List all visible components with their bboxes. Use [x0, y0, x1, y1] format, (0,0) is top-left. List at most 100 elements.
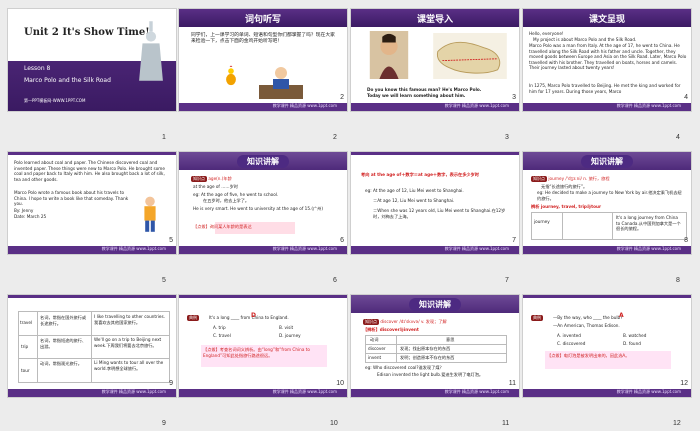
- slide-thumbnail-7[interactable]: 考向 at the age of＋数字＝at age＋数字，表示在多少岁时 eg…: [350, 151, 520, 255]
- slide-footer-text: 教学课件 精品资源 www.1ppt.com: [616, 246, 681, 251]
- slide-5-para-2: Marco Polo wrote a famous book about his…: [14, 190, 129, 207]
- slide-index-10: 10: [330, 420, 338, 427]
- slide-thumbnail-2[interactable]: 词句听写 同学们，上一课学习的单词、短语和句型你们都掌握了吗？现在大家来检验一下…: [178, 8, 348, 112]
- slide-10-option-d[interactable]: D. journey: [279, 333, 301, 339]
- slide-12-option-b[interactable]: B. watched: [623, 333, 646, 339]
- slide-11-header: 知识讲解: [409, 298, 461, 311]
- silk-road-map: [433, 33, 507, 79]
- slide-11-th: 意思: [446, 337, 455, 342]
- slide-9-cell: We'll go on a trip to Beijing next week.…: [94, 337, 162, 348]
- slide-9-cell: Li Ming wants to tour all over the world…: [94, 360, 164, 371]
- slide-11-cell: 发明；创造原本不存在的东西: [400, 355, 455, 360]
- slide-index-1: 1: [162, 134, 166, 141]
- slide-12-option-a[interactable]: A. invented: [557, 333, 581, 339]
- slide-8-example-2: It's a long journey from China to Canada…: [616, 215, 681, 232]
- slide-11-cell: invent: [368, 355, 382, 360]
- student-figure-icon: [144, 196, 156, 232]
- slide-number: 4: [684, 94, 688, 101]
- slide-6-point: age(n.)年龄: [208, 176, 232, 181]
- slide-10-question: It's a long ____ from China to England.: [209, 315, 289, 320]
- slide-7-rule: 考向 at the age of＋数字＝at age＋数字，表示在多少岁时: [361, 172, 479, 177]
- slide-number: 7: [512, 237, 516, 244]
- slide-6-header: 知识讲解: [237, 155, 289, 168]
- slide-6-phrase: at the age of ……岁时: [193, 184, 238, 189]
- slide-thumbnail-3[interactable]: 课堂导入 Do you know this famous man? He's M…: [350, 8, 520, 112]
- slide-thumbnail-11[interactable]: 知识讲解 知识点 discover /dɪ'skʌvə/ v. 发现；了解 【辨…: [350, 294, 520, 398]
- slide-6-example-cn: 在五岁时，他去上学了。: [203, 198, 250, 203]
- slide-footer-text: 教学课件 精品资源 www.1ppt.com: [444, 103, 509, 108]
- slide-5-date: Date: March 25: [14, 214, 47, 219]
- slide-8-example: eg: He decided to make a journey to New …: [537, 190, 682, 201]
- slide-6-example: eg: At the age of five, he went to schoo…: [193, 192, 279, 197]
- slide-thumbnail-4[interactable]: 课文呈现 Hello, everyone! My project is abou…: [522, 8, 692, 112]
- slide-2-text: 同学们，上一课学习的单词、短语和句型你们都掌握了吗？现在大家来检验一下，点击下面…: [191, 33, 335, 44]
- slide-1-lesson: Lesson 8: [24, 65, 51, 72]
- slide-index-6: 6: [333, 277, 337, 284]
- slide-index-7: 7: [505, 277, 509, 284]
- slide-12-answer: A: [619, 312, 624, 319]
- slide-4-greeting: Hello, everyone!: [529, 31, 564, 36]
- slide-10-option-a[interactable]: A. trip: [213, 325, 226, 331]
- slide-4-para-1: My project is about Marco Polo and the S…: [533, 37, 637, 42]
- slide-11-cell: discover: [368, 346, 386, 351]
- golden-rooster-icon[interactable]: [224, 63, 238, 89]
- slide-12-option-c[interactable]: C. discovered: [557, 341, 585, 347]
- slide-thumbnail-6[interactable]: 知识讲解 知识点 age(n.)年龄 at the age of ……岁时 eg…: [178, 151, 348, 255]
- slide-12-option-d[interactable]: D. found: [623, 341, 641, 347]
- slide-11-th: 动词: [370, 337, 379, 342]
- slide-thumbnail-5[interactable]: Polo learned about coal and paper. The C…: [7, 151, 177, 255]
- slide-8-meaning: 无指“长途旅行的旅行”。: [541, 184, 588, 189]
- slide-3-question: Do you know this famous man? He's Marco …: [367, 87, 482, 92]
- slide-number: 6: [340, 237, 344, 244]
- slide-thumbnail-1[interactable]: Unit 2 It's Show Time! Lesson 8 Marco Po…: [7, 8, 177, 112]
- slide-11-example-2: Edison invented the light bulb.爱迪生发明了电灯泡…: [377, 372, 484, 377]
- slide-7-example-2: ＝At age 12, Liu Mei went to Shanghai.: [373, 198, 455, 203]
- slide-footer-text: 教学课件 精品资源 www.1ppt.com: [616, 103, 681, 108]
- slide-12-question-2: —An American, Thomas Edison.: [553, 323, 620, 328]
- slide-4-para-3: In 1275, Marco Polo travelled to Beijing…: [529, 83, 681, 94]
- slide-10-tip: 【点拨】考查名词词义辨析。由“long”和“from China to Engl…: [203, 347, 310, 358]
- slide-9-cell: 名词，常指短途的旅行、出游。: [40, 338, 87, 349]
- slide-5-author: By: Jenny: [14, 208, 34, 213]
- slide-thumbnail-12[interactable]: 典例 —By the way, who ____ the bulb? A —An…: [522, 294, 692, 398]
- slide-number: 5: [169, 237, 173, 244]
- slide-11-cell: 发现；找出原本存在的东西: [400, 346, 451, 351]
- slide-number: 11: [508, 380, 516, 387]
- slide-6-example-2: He is very smart. He went to university …: [193, 206, 323, 211]
- slide-index-3: 3: [505, 134, 509, 141]
- slide-thumbnail-8[interactable]: 知识讲解 知识点 journey /'dʒɜːni/ n. 旅行，旅程 无指“长…: [522, 151, 692, 255]
- slide-3-header: 课堂导入: [416, 15, 453, 25]
- slide-9-cell: 名词，常指在国外旅行或长途旅行。: [40, 315, 87, 326]
- slide-10-answer: D: [251, 312, 256, 319]
- marco-polo-portrait: [369, 31, 409, 79]
- slide-8-cell-label: journey: [534, 219, 550, 224]
- slide-9-row-trip: trip: [21, 344, 29, 349]
- slide-10-option-c[interactable]: C. travel: [213, 333, 231, 339]
- slide-number: 12: [680, 380, 688, 387]
- slide-5-para-1: Polo learned about coal and paper. The C…: [14, 160, 165, 182]
- slide-footer-text: 教学课件 精品资源 www.1ppt.com: [444, 389, 509, 394]
- example-tag: 典例: [187, 315, 199, 321]
- slide-8-point: journey /'dʒɜːni/ n. 旅行，旅程: [548, 176, 610, 181]
- slide-number: 3: [512, 94, 516, 101]
- slide-10-option-b[interactable]: B. visit: [279, 325, 293, 331]
- slide-footer-text: 教学课件 精品资源 www.1ppt.com: [101, 389, 166, 394]
- slide-footer-text: 教学课件 精品资源 www.1ppt.com: [101, 246, 166, 251]
- slide-number: 9: [169, 380, 173, 387]
- slide-9-row-travel: travel: [20, 320, 33, 325]
- slide-7-example-3: ＝When she was 12 years old, Liu Mei went…: [373, 208, 506, 219]
- slide-11-example: eg: Who discovered coal?谁发现了煤？: [365, 365, 444, 370]
- slide-index-4: 4: [676, 134, 680, 141]
- slide-thumbnail-9[interactable]: travel trip tour 名词，常指在国外旅行或长途旅行。 名词，常指短…: [7, 294, 177, 398]
- slide-thumbnail-10[interactable]: 典例 It's a long ____ from China to Englan…: [178, 294, 348, 398]
- slide-9-row-tour: tour: [21, 368, 30, 373]
- slide-4-header: 课文呈现: [588, 15, 625, 25]
- slide-index-9: 9: [162, 420, 166, 427]
- slide-footer-text: 教学课件 精品资源 www.1ppt.com: [272, 103, 337, 108]
- slide-footer-text: 教学课件 精品资源 www.1ppt.com: [272, 389, 337, 394]
- slide-index-11: 11: [502, 420, 510, 427]
- slide-index-8: 8: [676, 277, 680, 284]
- slide-number: 8: [684, 237, 688, 244]
- teacher-at-desk-icon: [259, 67, 303, 99]
- example-tag: 典例: [531, 315, 543, 321]
